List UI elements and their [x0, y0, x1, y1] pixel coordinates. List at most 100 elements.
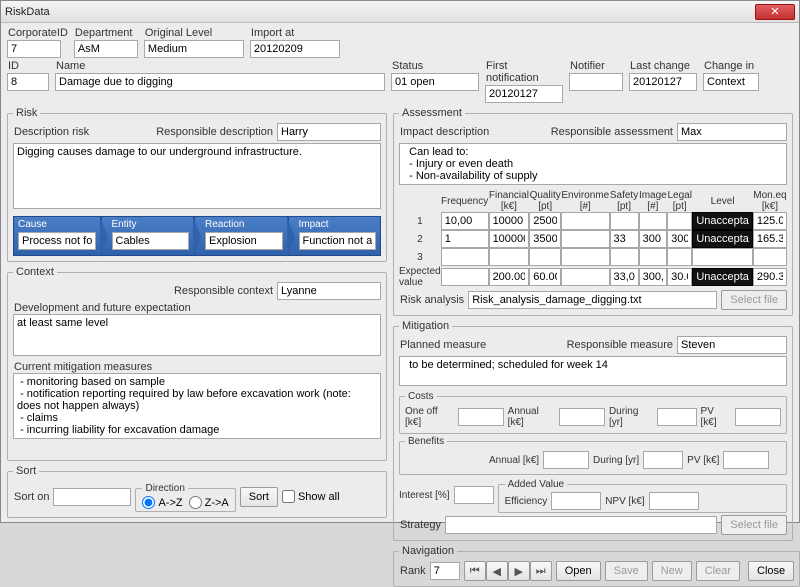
ben-annual[interactable] [543, 451, 589, 469]
row-moneq[interactable] [753, 230, 787, 248]
strategy-input[interactable] [445, 516, 717, 534]
exp-env[interactable] [561, 268, 609, 286]
context-cur-textarea[interactable]: - monitoring based on sample - notificat… [13, 373, 381, 439]
row-freq[interactable] [441, 212, 489, 230]
chevron-bar: Cause Entity Reaction Impact [13, 216, 381, 256]
lastchange-label: Last change [629, 60, 697, 72]
risk-resp-input[interactable] [277, 123, 381, 141]
radio-az[interactable]: A->Z [142, 496, 182, 509]
addedvalue-group: Added Value Efficiency NPV [k€] [498, 479, 787, 513]
exp-moneq[interactable] [753, 268, 787, 286]
nav-last-button[interactable]: ⏭ [530, 561, 552, 581]
assessment-impact-label: Impact description [399, 126, 546, 138]
exp-qual[interactable] [529, 268, 561, 286]
sorton-input[interactable] [53, 488, 131, 506]
department-input[interactable] [74, 40, 138, 58]
row-legal[interactable] [667, 212, 692, 230]
changein-input[interactable] [703, 73, 759, 91]
cost-oneoff[interactable] [458, 408, 504, 426]
row-env[interactable] [561, 212, 609, 230]
firstnotif-input[interactable] [485, 85, 563, 103]
open-button[interactable]: Open [556, 561, 601, 581]
exp-fin[interactable] [489, 268, 530, 286]
row-level: Unaccepta [692, 212, 753, 230]
import-at-input[interactable] [250, 40, 340, 58]
assessment-resp-input[interactable] [677, 123, 787, 141]
radio-za[interactable]: Z->A [189, 496, 229, 509]
import-at-label: Import at [250, 27, 340, 39]
row-legal[interactable] [667, 230, 692, 248]
riskanalysis-input[interactable] [468, 291, 717, 309]
risk-resp-label: Responsible description [155, 126, 273, 138]
sort-legend: Sort [13, 465, 39, 477]
notifier-input[interactable] [569, 73, 623, 91]
id-input [7, 73, 49, 91]
row-image[interactable] [639, 248, 668, 266]
exp-legal[interactable] [667, 268, 692, 286]
context-dev-textarea[interactable]: at least same level [13, 314, 381, 356]
corporateid-input[interactable] [7, 40, 61, 58]
lastchange-input[interactable] [629, 73, 697, 91]
chev-reaction-input[interactable] [205, 232, 283, 250]
clear-button[interactable]: Clear [696, 561, 740, 581]
efficiency-input[interactable] [551, 492, 601, 510]
row-freq[interactable] [441, 230, 489, 248]
row-fin[interactable] [489, 212, 530, 230]
ben-pv[interactable] [723, 451, 769, 469]
nav-next-button[interactable]: ▶ [508, 561, 530, 581]
row-fin[interactable] [489, 230, 530, 248]
row-image[interactable] [639, 230, 668, 248]
nav-prev-button[interactable]: ◀ [486, 561, 508, 581]
chev-cause: Cause [13, 216, 101, 256]
status-input[interactable] [391, 73, 479, 91]
close-button[interactable]: ✕ [755, 4, 795, 20]
risk-desc-textarea[interactable]: Digging causes damage to our underground… [13, 143, 381, 209]
row-legal[interactable] [667, 248, 692, 266]
row-moneq[interactable] [753, 212, 787, 230]
exp-safety[interactable] [610, 268, 639, 286]
close-button-bottom[interactable]: Close [748, 561, 794, 581]
row-level: Unaccepta [692, 230, 753, 248]
chev-cause-input[interactable] [18, 232, 96, 250]
row-level[interactable] [692, 248, 753, 266]
nav-first-button[interactable]: ⏮ [464, 561, 486, 581]
exp-freq[interactable] [441, 268, 489, 286]
ben-during[interactable] [643, 451, 683, 469]
mitigation-resp-input[interactable] [677, 336, 787, 354]
chev-impact-input[interactable] [299, 232, 377, 250]
row-qual[interactable] [529, 212, 561, 230]
name-label: Name [55, 60, 385, 72]
npv-input[interactable] [649, 492, 699, 510]
row-fin[interactable] [489, 248, 530, 266]
row-safety[interactable] [610, 212, 639, 230]
row-safety[interactable] [610, 248, 639, 266]
name-input[interactable] [55, 73, 385, 91]
sort-button[interactable]: Sort [240, 487, 278, 507]
row-safety[interactable] [610, 230, 639, 248]
mitigation-selectfile-button[interactable]: Select file [721, 515, 787, 535]
row-qual[interactable] [529, 230, 561, 248]
cost-pv[interactable] [735, 408, 781, 426]
window: RiskData ✕ CorporateID Department Origin… [0, 0, 800, 523]
showall-check[interactable]: Show all [282, 490, 340, 503]
row-freq[interactable] [441, 248, 489, 266]
row-image[interactable] [639, 212, 668, 230]
cost-annual[interactable] [559, 408, 605, 426]
new-button[interactable]: New [652, 561, 692, 581]
assessment-impact-textarea[interactable]: Can lead to: - Injury or even death - No… [399, 143, 787, 185]
original-level-input[interactable] [144, 40, 244, 58]
mitigation-resp-label: Responsible measure [566, 339, 673, 351]
save-button[interactable]: Save [605, 561, 648, 581]
sort-group: Sort Sort on Direction A->Z Z->A Sort Sh… [7, 465, 387, 518]
cost-during[interactable] [657, 408, 697, 426]
row-env[interactable] [561, 248, 609, 266]
interest-input[interactable] [454, 486, 494, 504]
row-moneq[interactable] [753, 248, 787, 266]
row-env[interactable] [561, 230, 609, 248]
planned-textarea[interactable]: to be determined; scheduled for week 14 [399, 356, 787, 386]
exp-image[interactable] [639, 268, 668, 286]
chev-entity-input[interactable] [112, 232, 190, 250]
assessment-selectfile-button[interactable]: Select file [721, 290, 787, 310]
row-qual[interactable] [529, 248, 561, 266]
context-resp-input[interactable] [277, 282, 381, 300]
